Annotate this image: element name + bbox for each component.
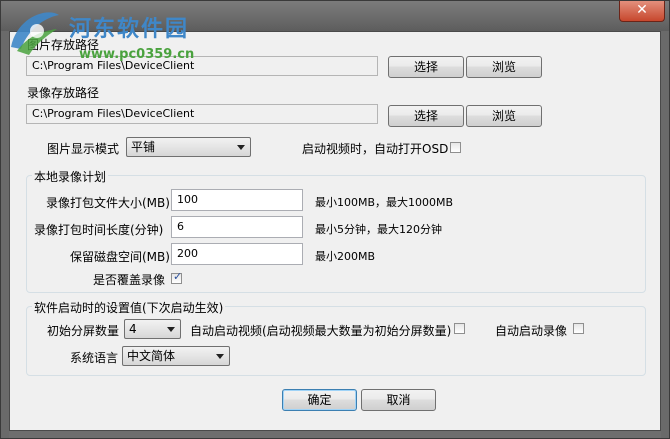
watermark: 河东软件园 www.pc0359.cn xyxy=(7,5,237,65)
chevron-down-icon xyxy=(167,327,175,332)
image-path-select-button[interactable]: 选择 xyxy=(388,56,464,78)
chevron-down-icon xyxy=(237,145,245,150)
record-path-field[interactable]: C:\Program Files\DeviceClient xyxy=(26,104,378,124)
overwrite-label: 是否覆盖录像 xyxy=(93,273,166,287)
language-value: 中文简体 xyxy=(127,349,176,363)
display-mode-label: 图片显示模式 xyxy=(47,142,120,156)
display-mode-value: 平铺 xyxy=(131,140,156,154)
reserve-space-hint: 最小200MB xyxy=(315,250,376,263)
startup-settings-group-title: 软件启动时的设置值(下次启动生效) xyxy=(32,299,226,316)
display-mode-select[interactable]: 平铺 xyxy=(126,137,251,157)
watermark-logo xyxy=(11,12,59,55)
window-frame-right xyxy=(661,31,669,438)
osd-checkbox[interactable] xyxy=(450,142,461,153)
cancel-button[interactable]: 取消 xyxy=(361,389,436,411)
watermark-title: 河东软件园 xyxy=(69,16,190,42)
chevron-down-icon xyxy=(216,354,224,359)
window-frame-left xyxy=(1,31,9,438)
split-count-select[interactable]: 4 xyxy=(124,319,181,339)
split-count-value: 4 xyxy=(129,322,137,336)
reserve-space-label: 保留磁盘空间(MB) xyxy=(70,250,170,264)
record-path-browse-button[interactable]: 浏览 xyxy=(466,105,542,127)
pack-time-input[interactable]: 6 xyxy=(171,216,303,238)
pack-time-label: 录像打包时间长度(分钟) xyxy=(34,223,164,237)
pack-time-hint: 最小5分钟，最大120分钟 xyxy=(315,223,442,236)
close-icon: ✕ xyxy=(636,2,648,18)
record-path-select-button[interactable]: 选择 xyxy=(388,105,464,127)
split-count-label: 初始分屏数量 xyxy=(47,324,120,338)
check-icon: ✓ xyxy=(173,270,183,283)
language-select[interactable]: 中文简体 xyxy=(122,346,230,366)
pack-size-hint: 最小100MB，最大1000MB xyxy=(315,196,454,209)
language-label: 系统语言 xyxy=(70,351,119,365)
auto-record-checkbox[interactable] xyxy=(573,323,584,334)
dialog-client-area: 图片存放路径 C:\Program Files\DeviceClient 选择 … xyxy=(9,31,661,431)
auto-video-label: 自动启动视频(启动视频最大数量为初始分屏数量) xyxy=(190,324,452,338)
close-button[interactable]: ✕ xyxy=(619,1,665,22)
watermark-url: www.pc0359.cn xyxy=(79,47,195,62)
local-record-group-title: 本地录像计划 xyxy=(32,168,109,185)
startup-settings-group xyxy=(26,306,646,376)
osd-label: 启动视频时，自动打开OSD xyxy=(302,142,449,156)
auto-video-checkbox[interactable] xyxy=(454,323,465,334)
pack-size-input[interactable]: 100 xyxy=(171,189,303,211)
image-path-browse-button[interactable]: 浏览 xyxy=(466,56,542,78)
overwrite-checkbox[interactable]: ✓ xyxy=(171,270,183,284)
settings-window: ✕ 图片存放路径 C:\Program Files\DeviceClient 选… xyxy=(0,0,670,439)
pack-size-label: 录像打包文件大小(MB) xyxy=(46,196,170,210)
auto-record-label: 自动启动录像 xyxy=(495,324,568,338)
ok-button[interactable]: 确定 xyxy=(282,389,357,411)
reserve-space-input[interactable]: 200 xyxy=(171,243,303,265)
record-path-label: 录像存放路径 xyxy=(27,86,100,100)
